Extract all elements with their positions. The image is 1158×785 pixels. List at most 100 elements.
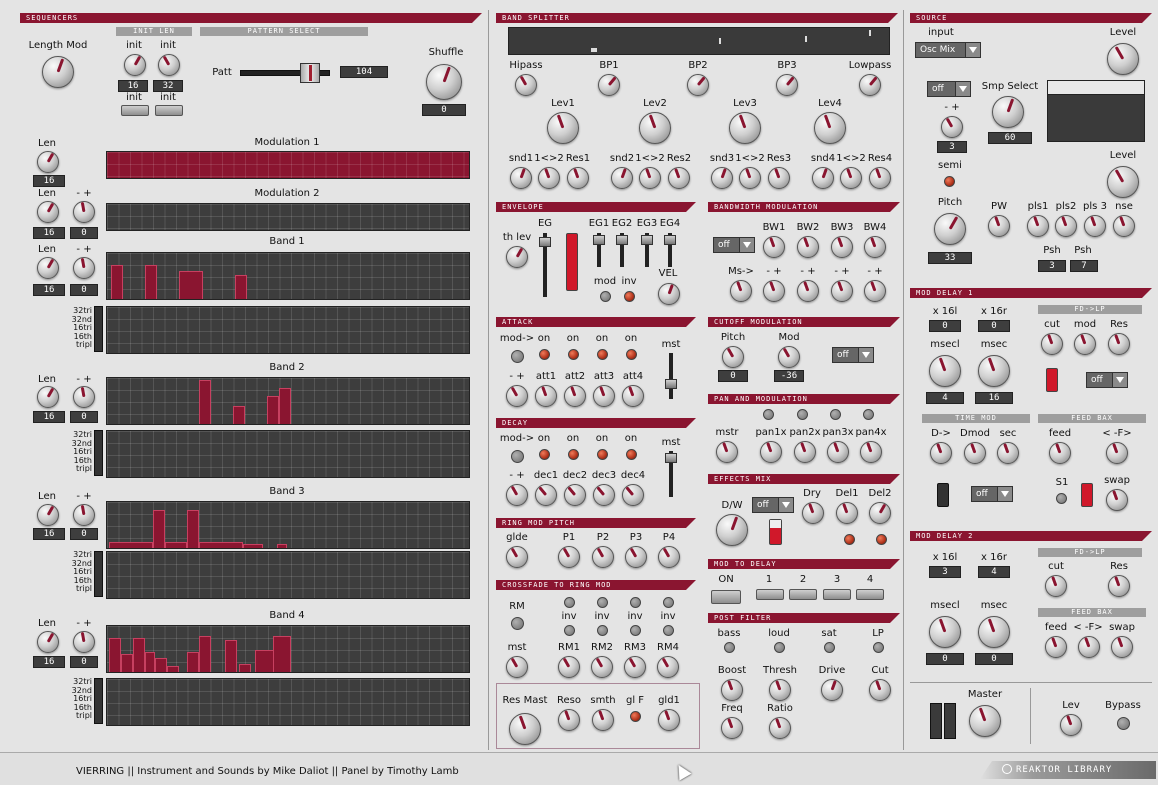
- band1-offset-knob[interactable]: [73, 257, 95, 279]
- lowpass-knob[interactable]: [859, 74, 881, 96]
- lev3-knob[interactable]: [729, 112, 761, 144]
- init-len1-knob[interactable]: [124, 54, 146, 76]
- nse-knob[interactable]: [1113, 215, 1135, 237]
- band4-len-knob[interactable]: [37, 631, 59, 653]
- attack-on3-led[interactable]: [597, 349, 608, 360]
- pan4-knob[interactable]: [860, 441, 882, 463]
- thresh-knob[interactable]: [769, 679, 791, 701]
- bp3-knob[interactable]: [776, 74, 798, 96]
- dw-knob[interactable]: [716, 514, 748, 546]
- mod-to-delay-3-button[interactable]: [823, 589, 851, 600]
- reso-knob[interactable]: [558, 709, 580, 731]
- bw4-knob[interactable]: [864, 236, 886, 258]
- decay-on1-led[interactable]: [539, 449, 550, 460]
- lev1-knob[interactable]: [547, 112, 579, 144]
- attack-on1-led[interactable]: [539, 349, 550, 360]
- inv3-led[interactable]: [630, 625, 641, 636]
- md2-swap-knob[interactable]: [1111, 636, 1133, 658]
- res-mast-knob[interactable]: [509, 713, 541, 745]
- ms-knob[interactable]: [730, 280, 752, 302]
- band1-grid[interactable]: [106, 252, 470, 300]
- shuffle-knob[interactable]: [426, 64, 462, 100]
- snd-row-knob[interactable]: [711, 167, 733, 189]
- dry-knob[interactable]: [802, 502, 824, 524]
- pls2-knob[interactable]: [1055, 215, 1077, 237]
- mod-to-delay-2-button[interactable]: [789, 589, 817, 600]
- mod-to-delay-on-button[interactable]: [711, 590, 741, 604]
- band1-len-knob[interactable]: [37, 257, 59, 279]
- bp1-knob[interactable]: [598, 74, 620, 96]
- crossfade-mst-knob[interactable]: [506, 656, 528, 678]
- att3-knob[interactable]: [593, 385, 615, 407]
- band2-grid[interactable]: [106, 377, 470, 425]
- attack-mp-knob[interactable]: [506, 385, 528, 407]
- init-len2-knob[interactable]: [158, 54, 180, 76]
- rm2-knob[interactable]: [591, 656, 613, 678]
- pan3-led[interactable]: [830, 409, 841, 420]
- master-knob[interactable]: [969, 705, 1001, 737]
- th-lev-knob[interactable]: [506, 246, 528, 268]
- msec-knob[interactable]: [978, 355, 1010, 387]
- lev4-knob[interactable]: [814, 112, 846, 144]
- pls3-knob[interactable]: [1084, 215, 1106, 237]
- pitch-knob[interactable]: [934, 213, 966, 245]
- pan1-led[interactable]: [763, 409, 774, 420]
- band2-len-knob[interactable]: [37, 386, 59, 408]
- eg2-fader[interactable]: [616, 233, 628, 267]
- eg-fader[interactable]: [539, 233, 551, 297]
- lp-led[interactable]: [873, 642, 884, 653]
- del2-led[interactable]: [876, 534, 887, 545]
- source-off-dropdown[interactable]: off: [927, 81, 971, 97]
- md2-msecl-knob[interactable]: [929, 616, 961, 648]
- mod2-offset-knob[interactable]: [73, 201, 95, 223]
- bw-mp3-knob[interactable]: [831, 280, 853, 302]
- band4-tri-grid[interactable]: [106, 678, 470, 726]
- bw-mod-dropdown[interactable]: off: [713, 237, 755, 253]
- snd-row-knob[interactable]: [869, 167, 891, 189]
- f-knob[interactable]: [1106, 442, 1128, 464]
- sec-knob[interactable]: [997, 442, 1019, 464]
- snd-row-knob[interactable]: [840, 167, 862, 189]
- tri-selector[interactable]: [94, 678, 103, 724]
- p1-knob[interactable]: [558, 546, 580, 568]
- s1-led[interactable]: [1056, 493, 1067, 504]
- inv4-led-top[interactable]: [663, 597, 674, 608]
- inv2-led[interactable]: [597, 625, 608, 636]
- md1-res-knob[interactable]: [1108, 333, 1130, 355]
- del1-knob[interactable]: [836, 502, 858, 524]
- gld1-knob[interactable]: [658, 709, 680, 731]
- attack-mst-fader[interactable]: [665, 353, 677, 399]
- decay-mod-led[interactable]: [511, 450, 524, 463]
- cutoff-pitch-knob[interactable]: [722, 346, 744, 368]
- eg4-fader[interactable]: [664, 233, 676, 267]
- inv1-led[interactable]: [564, 625, 575, 636]
- decay-on3-led[interactable]: [597, 449, 608, 460]
- snd-row-knob[interactable]: [611, 167, 633, 189]
- md2-feed-knob[interactable]: [1045, 636, 1067, 658]
- eg3-fader[interactable]: [641, 233, 653, 267]
- smth-knob[interactable]: [592, 709, 614, 731]
- pan2-knob[interactable]: [794, 441, 816, 463]
- pattern-slider-handle[interactable]: [300, 63, 320, 83]
- length-mod-knob[interactable]: [42, 56, 74, 88]
- inv2-led-top[interactable]: [597, 597, 608, 608]
- dec1-knob[interactable]: [535, 484, 557, 506]
- band2-offset-knob[interactable]: [73, 386, 95, 408]
- feed-knob[interactable]: [1049, 442, 1071, 464]
- band4-offset-knob[interactable]: [73, 631, 95, 653]
- tri-selector[interactable]: [94, 430, 103, 476]
- band-splitter-display[interactable]: [508, 27, 890, 55]
- eg1-fader[interactable]: [593, 233, 605, 267]
- cutoff-mod-knob[interactable]: [778, 346, 800, 368]
- del1-led[interactable]: [844, 534, 855, 545]
- band3-grid[interactable]: [106, 501, 470, 549]
- att4-knob[interactable]: [622, 385, 644, 407]
- p4-knob[interactable]: [658, 546, 680, 568]
- level2-knob[interactable]: [1107, 166, 1139, 198]
- modulation2-grid[interactable]: [106, 203, 470, 231]
- p3-knob[interactable]: [625, 546, 647, 568]
- pw-knob[interactable]: [988, 215, 1010, 237]
- bw1-knob[interactable]: [763, 236, 785, 258]
- bw-mp1-knob[interactable]: [763, 280, 785, 302]
- sample-display[interactable]: [1047, 80, 1145, 142]
